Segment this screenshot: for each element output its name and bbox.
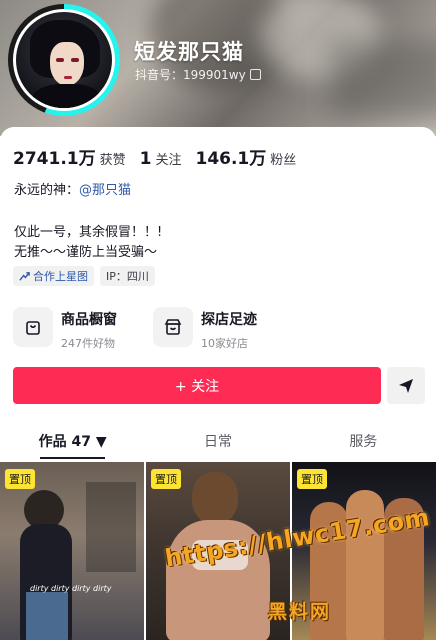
- service-title: 商品橱窗: [61, 312, 117, 328]
- kitchen-shelf: [86, 482, 136, 572]
- content-tabs: 作品 47 ▼ 日常 服务: [0, 425, 436, 459]
- figure-head: [192, 472, 238, 524]
- video-caption: dirty dirty dirty dirty: [30, 584, 112, 593]
- stats-row: 2741.1万 获赞 1 关注 146.1万 粉丝: [13, 144, 296, 169]
- stat-number: 1: [139, 149, 152, 169]
- pinned-badge: 置顶: [297, 469, 327, 489]
- stat-label: 关注: [155, 153, 182, 168]
- douyin-id[interactable]: 抖音号：199901wy: [135, 66, 261, 83]
- stat-number: 2741.1万: [13, 149, 96, 169]
- header-background-shadow: [330, 40, 436, 120]
- stat-followers[interactable]: 146.1万 粉丝: [195, 144, 296, 169]
- tags-row: 合作上星图 IP：四川: [13, 266, 155, 286]
- watermark-name: 黑料网: [268, 601, 332, 623]
- nickname: 短发那只猫: [134, 40, 244, 64]
- pinned-badge: 置顶: [5, 469, 35, 489]
- douyin-id-text: 抖音号：199901wy: [135, 68, 246, 82]
- video-thumbnail-1[interactable]: dirty dirty dirty dirty 置顶: [0, 462, 144, 640]
- star-tag-label: 合作上星图: [33, 270, 88, 283]
- ip-tag: IP：四川: [100, 266, 155, 286]
- avatar-image: [16, 12, 112, 108]
- stat-label: 粉丝: [270, 153, 297, 168]
- service-text: 探店足迹 10家好店: [201, 307, 257, 351]
- stat-label: 获赞: [99, 153, 126, 168]
- bio-mention-link[interactable]: @那只猫: [79, 183, 131, 198]
- tab-underline: [40, 457, 106, 459]
- star-chart-icon: [19, 271, 30, 281]
- avatar-eye: [71, 58, 79, 62]
- stat-following[interactable]: 1 关注: [140, 149, 182, 169]
- avatar-border: [13, 9, 115, 111]
- tab-label: 作品 47 ▼: [38, 434, 107, 450]
- star-tag[interactable]: 合作上星图: [13, 266, 94, 286]
- bio-prefix: 永远的神：: [14, 183, 80, 198]
- service-subtitle: 10家好店: [201, 337, 248, 350]
- copy-icon[interactable]: [249, 69, 261, 80]
- avatar[interactable]: [8, 4, 120, 116]
- service-title: 探店足迹: [201, 312, 257, 328]
- avatar-face: [50, 42, 84, 86]
- profile-header: 短发那只猫 抖音号：199901wy: [0, 0, 436, 136]
- stat-likes[interactable]: 2741.1万 获赞: [13, 144, 126, 169]
- tab-works[interactable]: 作品 47 ▼: [0, 425, 145, 459]
- pinned-badge: 置顶: [151, 469, 181, 489]
- avatar-lip: [64, 76, 72, 79]
- service-subtitle: 247件好物: [61, 337, 115, 350]
- bio-line-2: 仅此一号，其余假冒！！!: [14, 225, 163, 240]
- avatar-body: [32, 84, 102, 108]
- follow-button[interactable]: + 关注: [13, 367, 381, 404]
- send-icon: [399, 378, 413, 393]
- ip-tag-label: IP：四川: [106, 270, 149, 283]
- service-text: 商品橱窗 247件好物: [61, 307, 117, 351]
- avatar-eye: [56, 58, 64, 62]
- shop-bag-icon: [13, 307, 53, 347]
- tab-services[interactable]: 服务: [291, 425, 436, 455]
- service-store-visits[interactable]: 探店足迹 10家好店: [153, 307, 257, 351]
- tab-daily[interactable]: 日常: [145, 425, 290, 455]
- stat-number: 146.1万: [195, 149, 267, 169]
- figure-legs: [26, 592, 68, 640]
- service-shop-window[interactable]: 商品橱窗 247件好物: [13, 307, 117, 351]
- share-button[interactable]: [387, 367, 425, 404]
- store-icon: [153, 307, 193, 347]
- bio-line-1: 永远的神：@那只猫: [14, 179, 131, 198]
- bio-line-3: 无推～～谨防上当受骗～: [14, 245, 158, 260]
